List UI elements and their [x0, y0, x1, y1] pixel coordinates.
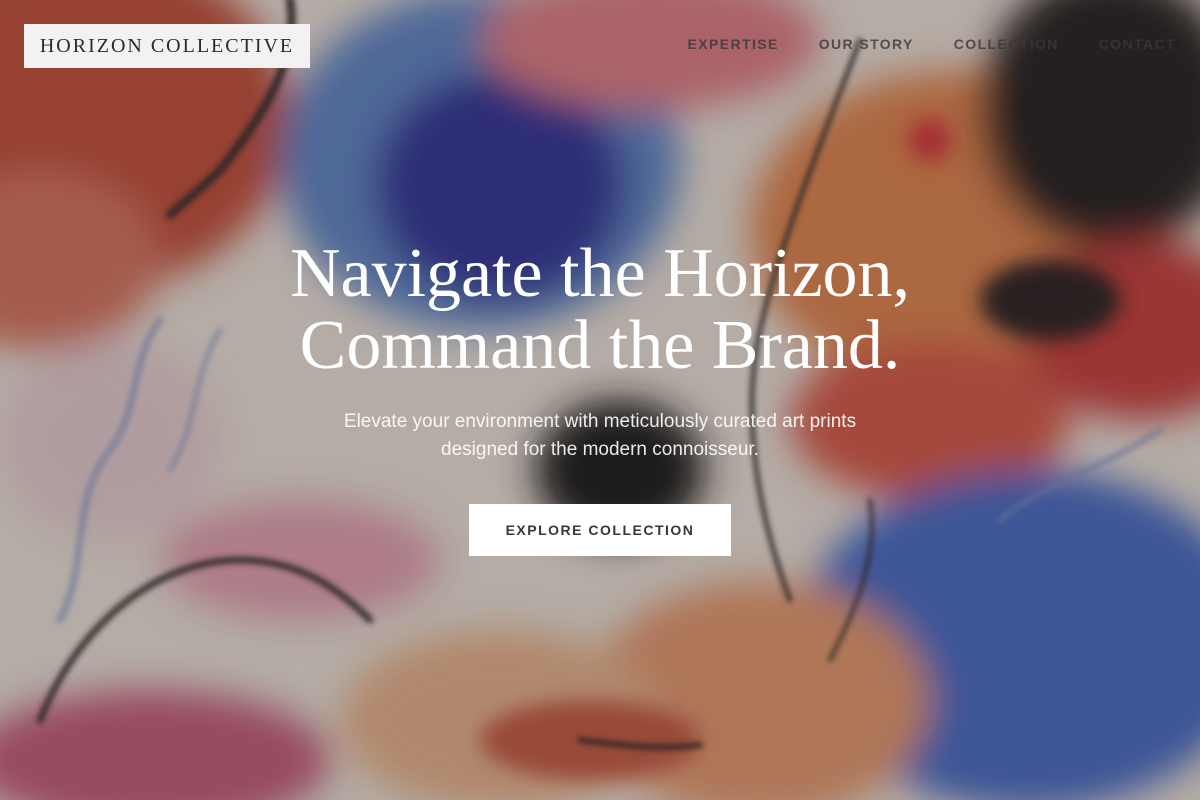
nav-item-our-story[interactable]: OUR STORY	[819, 36, 914, 52]
hero-subtext: Elevate your environment with meticulous…	[280, 408, 920, 464]
hero-headline-line-2: Command the Brand.	[299, 307, 901, 384]
nav-item-collection[interactable]: COLLECTION	[954, 36, 1059, 52]
nav-item-expertise[interactable]: EXPERTISE	[688, 36, 779, 52]
explore-collection-button[interactable]: EXPLORE COLLECTION	[469, 504, 731, 556]
brand-logo[interactable]: HORIZON COLLECTIVE	[24, 24, 310, 68]
hero-subtext-line-2: designed for the modern connoisseur.	[441, 439, 759, 460]
hero-headline: Navigate the Horizon, Command the Brand.	[0, 238, 1200, 382]
hero-subtext-line-1: Elevate your environment with meticulous…	[343, 411, 857, 432]
main-nav: EXPERTISE OUR STORY COLLECTION CONTACT	[688, 36, 1176, 52]
nav-item-contact[interactable]: CONTACT	[1099, 36, 1176, 52]
hero-content: Navigate the Horizon, Command the Brand.…	[0, 238, 1200, 556]
hero-headline-line-1: Navigate the Horizon,	[289, 235, 911, 312]
